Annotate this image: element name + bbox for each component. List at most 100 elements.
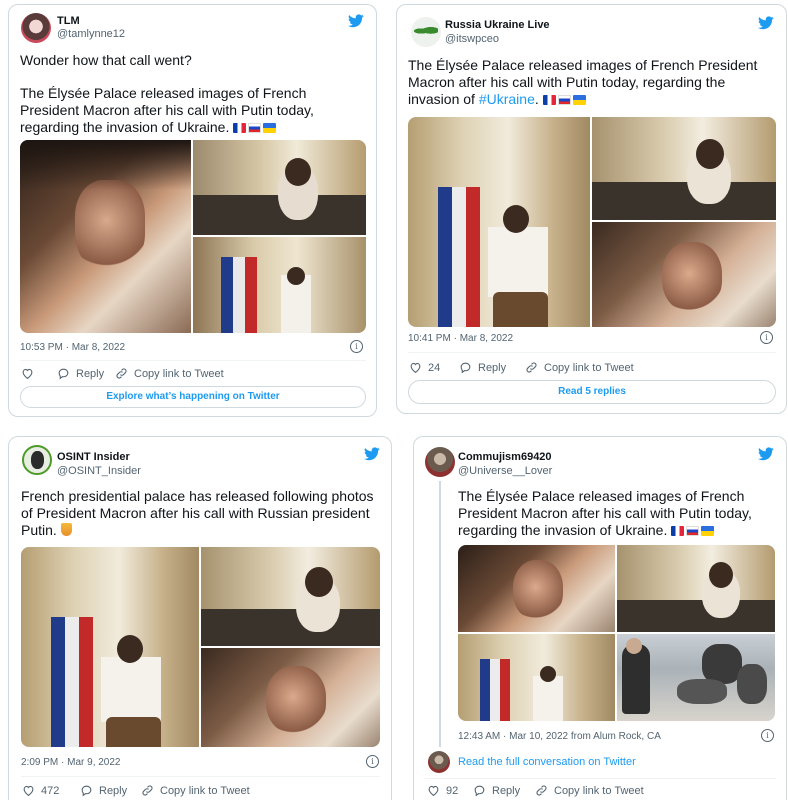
divider bbox=[408, 352, 776, 353]
photo-macron-desk[interactable] bbox=[592, 117, 776, 220]
tweet-text-line1: Wonder how that call went? bbox=[20, 52, 192, 68]
author-name[interactable]: Commujism69420 bbox=[458, 451, 552, 463]
like-count: 24 bbox=[428, 361, 441, 374]
info-icon[interactable]: i bbox=[760, 331, 773, 344]
heart-icon bbox=[427, 784, 440, 797]
reply-button[interactable]: Reply bbox=[459, 361, 506, 374]
reply-button[interactable]: Reply bbox=[80, 784, 127, 797]
author-handle[interactable]: @OSINT_Insider bbox=[57, 465, 141, 477]
photo-macron-standing[interactable] bbox=[408, 117, 590, 327]
tweet-card[interactable]: Russia Ukraine Live @itswpceo The Élysée… bbox=[396, 4, 787, 414]
ukraine-flag-icon bbox=[263, 123, 277, 133]
explore-twitter-button[interactable]: Explore what’s happening on Twitter bbox=[20, 386, 366, 408]
divider bbox=[425, 778, 776, 779]
like-count: 472 bbox=[41, 784, 60, 797]
avatar[interactable] bbox=[22, 445, 52, 475]
like-button[interactable]: 92 bbox=[427, 784, 458, 797]
tweet-timestamp[interactable]: 12:43 AM · Mar 10, 2022 from Alum Rock, … bbox=[458, 731, 661, 742]
photo-macron-desk[interactable] bbox=[201, 547, 380, 646]
tweet-card[interactable]: Commujism69420 @Universe__Lover The Élys… bbox=[413, 436, 787, 800]
tweet-timestamp[interactable]: 10:53 PM · Mar 8, 2022 bbox=[20, 342, 125, 353]
info-icon[interactable]: i bbox=[366, 755, 379, 768]
thread-line bbox=[439, 481, 441, 747]
twitter-bird-icon[interactable] bbox=[758, 447, 774, 461]
avatar[interactable] bbox=[21, 13, 51, 43]
like-button[interactable]: 24 bbox=[409, 361, 440, 374]
photo-macron-closeup[interactable] bbox=[458, 545, 615, 632]
russia-flag-icon bbox=[248, 123, 262, 133]
heart-icon bbox=[409, 361, 422, 374]
like-button[interactable] bbox=[21, 367, 34, 380]
reply-label: Reply bbox=[478, 361, 507, 374]
speech-bubble-icon bbox=[80, 784, 93, 797]
photo-macron-standing[interactable] bbox=[193, 237, 366, 333]
read-replies-button[interactable]: Read 5 replies bbox=[408, 380, 776, 404]
copy-link-button[interactable]: Copy link to Tweet bbox=[115, 367, 224, 380]
photo-macron-closeup[interactable] bbox=[201, 648, 380, 747]
like-count: 92 bbox=[446, 784, 459, 797]
author-name[interactable]: OSINT Insider bbox=[57, 451, 130, 463]
flags-emoji bbox=[233, 120, 278, 137]
link-icon bbox=[115, 367, 128, 380]
photo-meme[interactable] bbox=[617, 634, 775, 721]
info-icon[interactable]: i bbox=[350, 340, 363, 353]
france-flag-icon bbox=[542, 95, 556, 105]
read-conversation-link[interactable]: Read the full conversation on Twitter bbox=[458, 756, 636, 768]
author-handle[interactable]: @tamlynne12 bbox=[57, 28, 125, 40]
tweet-text: French presidential palace has released … bbox=[21, 488, 381, 539]
hashtag-link[interactable]: #Ukraine bbox=[479, 91, 535, 107]
flags-emoji bbox=[671, 523, 716, 540]
twitter-bird-icon[interactable] bbox=[348, 14, 364, 28]
reply-label: Reply bbox=[76, 367, 105, 380]
tweet-card[interactable]: TLM @tamlynne12 Wonder how that call wen… bbox=[8, 4, 377, 417]
france-flag-icon bbox=[233, 123, 247, 133]
reply-button[interactable]: Reply bbox=[473, 784, 520, 797]
tweet-timestamp[interactable]: 10:41 PM · Mar 8, 2022 bbox=[408, 333, 513, 344]
author-name[interactable]: TLM bbox=[57, 15, 80, 27]
heart-icon bbox=[21, 367, 34, 380]
twitter-bird-icon[interactable] bbox=[364, 447, 380, 461]
tweet-text: The Élysée Palace released images of Fre… bbox=[408, 57, 763, 109]
reply-button[interactable]: Reply bbox=[57, 367, 104, 380]
copy-link-button[interactable]: Copy link to Tweet bbox=[525, 361, 634, 374]
copy-label: Copy link to Tweet bbox=[554, 784, 644, 797]
photo-macron-desk[interactable] bbox=[617, 545, 775, 632]
media-grid[interactable] bbox=[20, 140, 366, 333]
tweet-text-after: . bbox=[534, 91, 539, 107]
media-grid[interactable] bbox=[408, 117, 776, 327]
copy-label: Copy link to Tweet bbox=[544, 361, 634, 374]
media-grid[interactable] bbox=[21, 547, 380, 747]
photo-macron-standing[interactable] bbox=[21, 547, 199, 747]
avatar-small[interactable] bbox=[428, 751, 450, 773]
info-icon[interactable]: i bbox=[761, 729, 774, 742]
tweet-timestamp[interactable]: 2:09 PM · Mar 9, 2022 bbox=[21, 757, 121, 768]
photo-macron-standing[interactable] bbox=[458, 634, 615, 721]
speech-bubble-icon bbox=[473, 784, 486, 797]
link-icon bbox=[525, 361, 538, 374]
photo-macron-closeup[interactable] bbox=[20, 140, 191, 333]
media-grid[interactable] bbox=[458, 545, 775, 721]
ukraine-flag-icon bbox=[701, 526, 715, 536]
tweet-card[interactable]: OSINT Insider @OSINT_Insider French pres… bbox=[8, 436, 392, 800]
tweet-text: The Élysée Palace released images of Fre… bbox=[458, 488, 758, 540]
copy-link-button[interactable]: Copy link to Tweet bbox=[141, 784, 250, 797]
author-handle[interactable]: @Universe__Lover bbox=[458, 465, 552, 477]
author-handle[interactable]: @itswpceo bbox=[445, 33, 499, 45]
photo-macron-closeup[interactable] bbox=[592, 222, 776, 327]
copy-label: Copy link to Tweet bbox=[160, 784, 250, 797]
twitter-bird-icon[interactable] bbox=[758, 16, 774, 30]
reply-label: Reply bbox=[492, 784, 521, 797]
author-name[interactable]: Russia Ukraine Live bbox=[445, 19, 550, 31]
tweet-text-body: French presidential palace has released … bbox=[21, 488, 374, 538]
heart-icon bbox=[22, 784, 35, 797]
ukraine-flag-icon bbox=[572, 95, 586, 105]
reply-label: Reply bbox=[99, 784, 128, 797]
like-button[interactable]: 472 bbox=[22, 784, 59, 797]
photo-macron-desk[interactable] bbox=[193, 140, 366, 235]
avatar[interactable] bbox=[425, 447, 455, 477]
france-flag-icon bbox=[671, 526, 685, 536]
avatar[interactable] bbox=[411, 17, 441, 47]
speech-bubble-icon bbox=[57, 367, 70, 380]
russia-flag-icon bbox=[686, 526, 700, 536]
copy-link-button[interactable]: Copy link to Tweet bbox=[535, 784, 644, 797]
